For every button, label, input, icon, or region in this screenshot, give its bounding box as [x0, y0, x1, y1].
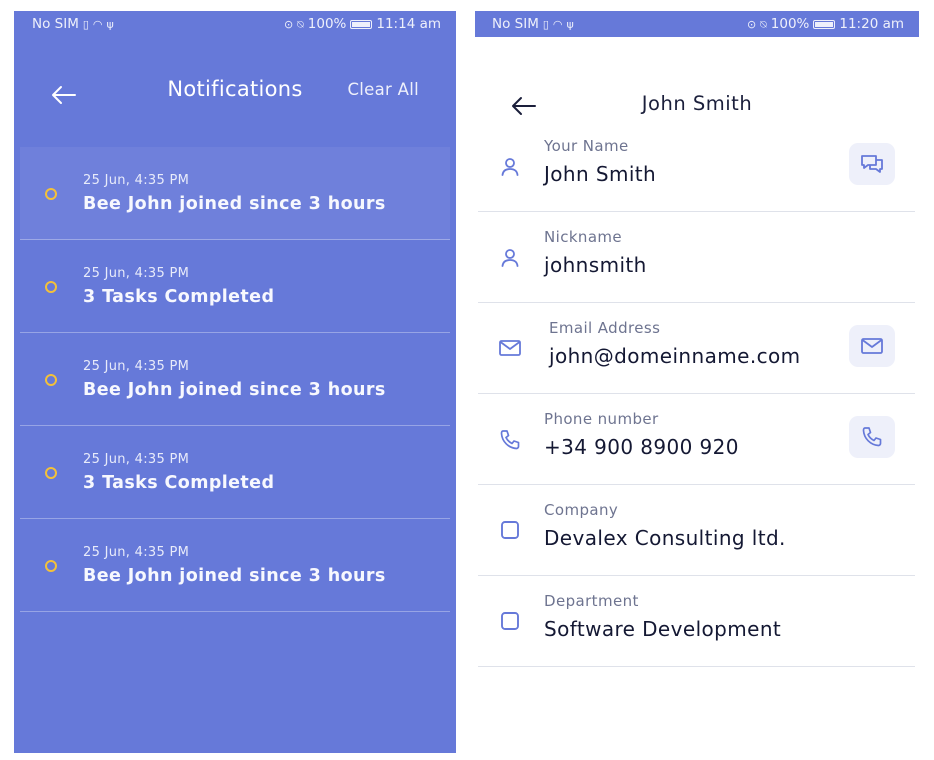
- email-button[interactable]: [849, 325, 895, 367]
- notification-text: Bee John joined since 3 hours: [83, 566, 386, 586]
- field-value[interactable]: johnsmith: [544, 253, 647, 277]
- notification-time: 25 Jun, 4:35 PM: [83, 266, 190, 281]
- battery-icon: [813, 19, 836, 29]
- battery-percent: 100%: [307, 16, 347, 32]
- field-label: Your Name: [544, 137, 629, 155]
- status-bar: No SIM ▯ ◠ ψ ⊙ ⍉ 100% 11:14 am: [14, 11, 456, 37]
- notification-text: 3 Tasks Completed: [83, 473, 275, 493]
- notifications-header: Notifications Clear All: [14, 37, 456, 139]
- field-value[interactable]: Software Development: [544, 617, 781, 641]
- unread-dot-icon: [45, 281, 57, 293]
- status-bar: No SIM ▯ ◠ ψ ⊙ ⍉ 100% 11:20 am: [475, 11, 919, 37]
- square-icon: [501, 521, 519, 539]
- call-button[interactable]: [849, 416, 895, 458]
- unread-dot-icon: [45, 467, 57, 479]
- field-value[interactable]: john@domeinname.com: [549, 344, 801, 368]
- battery-percent: 100%: [770, 16, 810, 32]
- notification-list: 25 Jun, 4:35 PM Bee John joined since 3 …: [20, 147, 450, 612]
- phone-icon: [862, 427, 882, 447]
- profile-screen: No SIM ▯ ◠ ψ ⊙ ⍉ 100% 11:20 am John Smit…: [475, 11, 919, 756]
- notification-item[interactable]: 25 Jun, 4:35 PM 3 Tasks Completed: [20, 426, 450, 519]
- sim-icon: ▯: [82, 17, 89, 31]
- battery-icon: [350, 19, 373, 29]
- unread-dot-icon: [45, 560, 57, 572]
- field-label: Email Address: [549, 319, 661, 337]
- notification-time: 25 Jun, 4:35 PM: [83, 545, 190, 560]
- notification-time: 25 Jun, 4:35 PM: [83, 452, 190, 467]
- mute-icon: ⍉: [760, 17, 767, 31]
- location-icon: ⊙: [283, 17, 294, 31]
- carrier-label: No SIM: [32, 16, 79, 32]
- notification-time: 25 Jun, 4:35 PM: [83, 359, 190, 374]
- usb-icon: ψ: [106, 17, 114, 31]
- unread-dot-icon: [45, 374, 57, 386]
- mute-icon: ⍉: [297, 17, 304, 31]
- wifi-icon: ◠: [552, 17, 563, 31]
- notification-item[interactable]: 25 Jun, 4:35 PM Bee John joined since 3 …: [20, 147, 450, 240]
- carrier-label: No SIM: [492, 16, 539, 32]
- notification-item[interactable]: 25 Jun, 4:35 PM Bee John joined since 3 …: [20, 333, 450, 426]
- usb-icon: ψ: [566, 17, 574, 31]
- field-phone: Phone number +34 900 8900 920: [478, 394, 915, 485]
- field-label: Department: [544, 592, 639, 610]
- status-time: 11:14 am: [376, 16, 441, 32]
- chat-button[interactable]: [849, 143, 895, 185]
- profile-field-list: Your Name John Smith Nickname johnsmith: [478, 121, 915, 667]
- field-value[interactable]: John Smith: [544, 162, 656, 186]
- location-icon: ⊙: [746, 17, 757, 31]
- field-label: Nickname: [544, 228, 623, 246]
- user-icon: [501, 158, 519, 176]
- field-label: Phone number: [544, 410, 659, 428]
- mail-icon: [861, 338, 883, 354]
- notifications-screen: No SIM ▯ ◠ ψ ⊙ ⍉ 100% 11:14 am Notificat…: [14, 11, 456, 753]
- notification-item[interactable]: 25 Jun, 4:35 PM Bee John joined since 3 …: [20, 519, 450, 612]
- square-icon: [501, 612, 519, 630]
- notification-time: 25 Jun, 4:35 PM: [83, 173, 190, 188]
- field-department: Department Software Development: [478, 576, 915, 667]
- phone-icon: [500, 430, 520, 450]
- page-title: John Smith: [641, 92, 753, 115]
- field-your-name: Your Name John Smith: [478, 121, 915, 212]
- notification-text: Bee John joined since 3 hours: [83, 380, 386, 400]
- field-nickname: Nickname johnsmith: [478, 212, 915, 303]
- chat-icon: [861, 155, 883, 173]
- mail-icon: [499, 340, 521, 356]
- field-email: Email Address john@domeinname.com: [478, 303, 915, 394]
- field-label: Company: [544, 501, 619, 519]
- user-icon: [501, 249, 519, 267]
- field-company: Company Devalex Consulting ltd.: [478, 485, 915, 576]
- sim-icon: ▯: [542, 17, 549, 31]
- unread-dot-icon: [45, 188, 57, 200]
- status-time: 11:20 am: [839, 16, 904, 32]
- wifi-icon: ◠: [92, 17, 103, 31]
- field-value[interactable]: Devalex Consulting ltd.: [544, 526, 786, 550]
- notification-item[interactable]: 25 Jun, 4:35 PM 3 Tasks Completed: [20, 240, 450, 333]
- notification-text: 3 Tasks Completed: [83, 287, 275, 307]
- field-value[interactable]: +34 900 8900 920: [544, 435, 739, 459]
- clear-all-button[interactable]: Clear All: [347, 80, 419, 99]
- notification-text: Bee John joined since 3 hours: [83, 194, 386, 214]
